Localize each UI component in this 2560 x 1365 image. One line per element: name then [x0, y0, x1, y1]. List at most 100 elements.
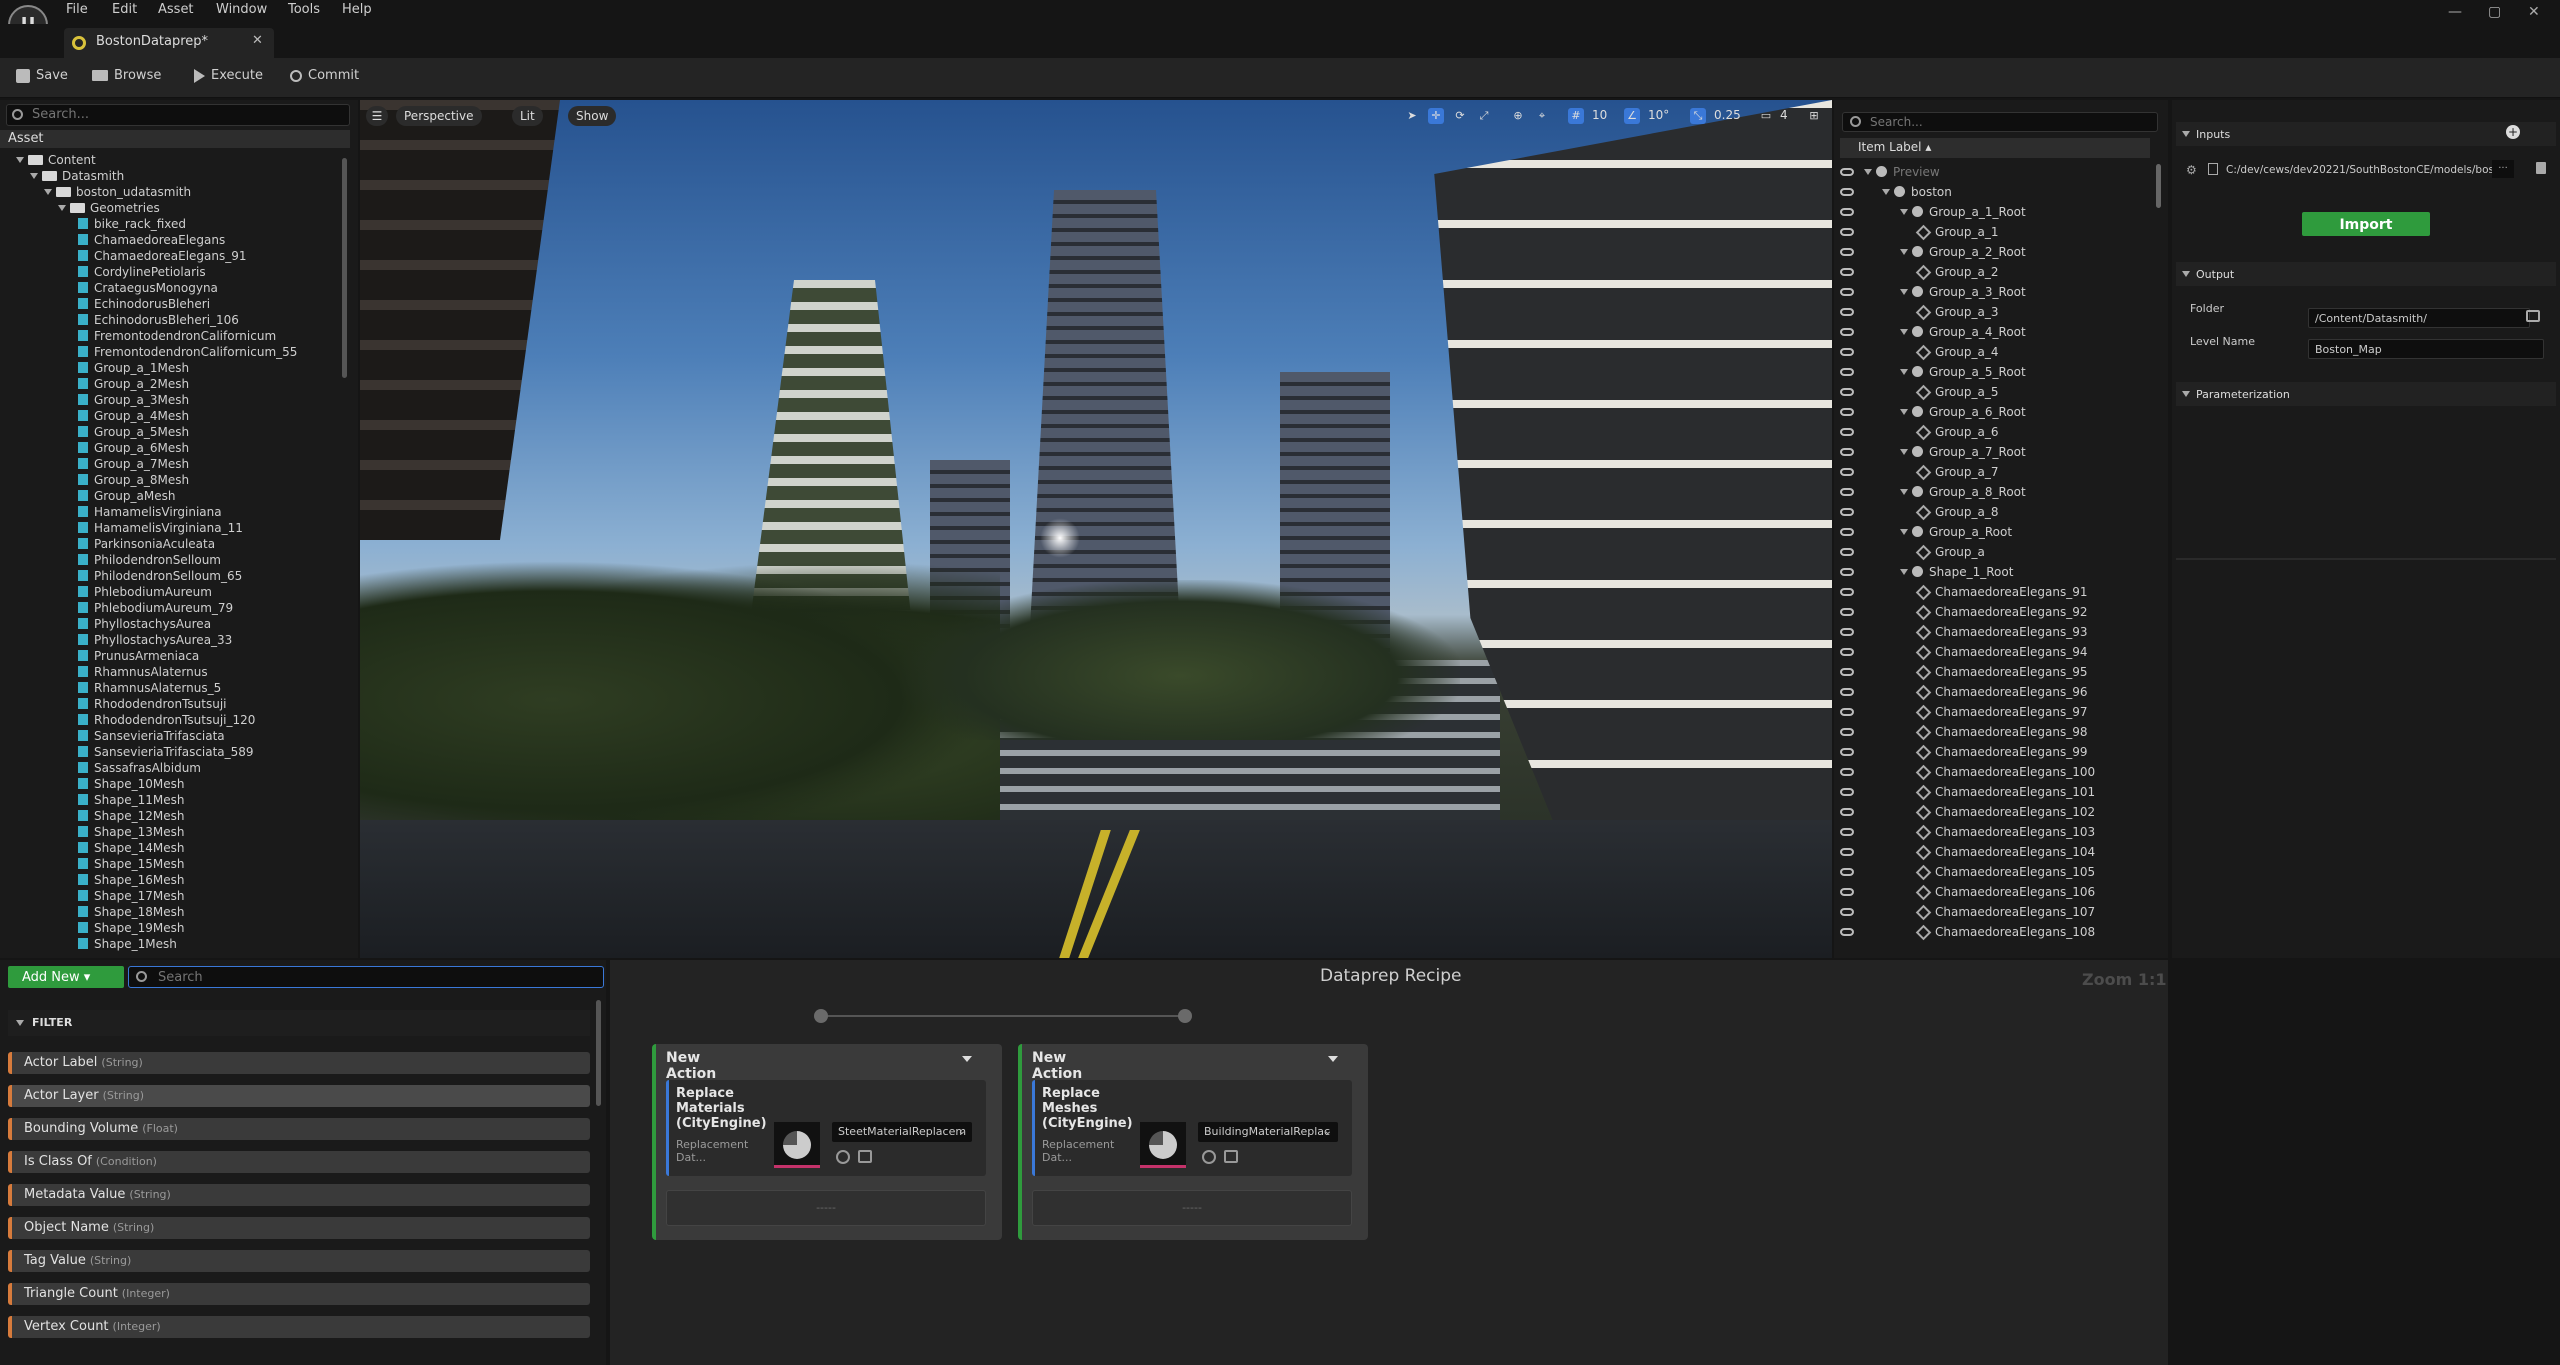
visibility-eye-icon[interactable]: [1840, 828, 1854, 836]
visibility-eye-icon[interactable]: [1840, 368, 1854, 376]
outliner-row[interactable]: ChamaedoreaElegans_96: [1915, 682, 2088, 702]
asset-list-item[interactable]: PhilodendronSelloum_65: [78, 568, 242, 584]
angle-snap-icon[interactable]: ∠: [1624, 108, 1640, 124]
filter-scrollbar[interactable]: [596, 1000, 601, 1106]
recipe-start-knob[interactable]: [814, 1009, 828, 1023]
visibility-eye-icon[interactable]: [1840, 868, 1854, 876]
asset-list-item[interactable]: RhamnusAlaternus: [78, 664, 208, 680]
asset-list-item[interactable]: Shape_14Mesh: [78, 840, 184, 856]
visibility-eye-icon[interactable]: [1840, 548, 1854, 556]
asset-list-item[interactable]: SassafrasAlbidum: [78, 760, 201, 776]
asset-list-item[interactable]: PhlebodiumAureum: [78, 584, 212, 600]
visibility-eye-icon[interactable]: [1840, 308, 1854, 316]
asset-list-item[interactable]: PhlebodiumAureum_79: [78, 600, 233, 616]
asset-list-item[interactable]: FremontodendronCalifornicum_55: [78, 344, 297, 360]
outliner-row[interactable]: ChamaedoreaElegans_98: [1915, 722, 2088, 742]
outliner-row[interactable]: ChamaedoreaElegans_95: [1915, 662, 2088, 682]
asset-list-item[interactable]: Group_aMesh: [78, 488, 175, 504]
outliner-row[interactable]: Group_a_6: [1915, 422, 1999, 442]
filter-item[interactable]: Actor Label (String): [8, 1052, 590, 1074]
minimize-button[interactable]: —: [2448, 4, 2462, 20]
asset-list-item[interactable]: Shape_19Mesh: [78, 920, 184, 936]
replacement-asset-combobox[interactable]: BuildingMaterialReplac ⌄: [1198, 1122, 1338, 1142]
visibility-eye-icon[interactable]: [1840, 168, 1854, 176]
outliner-row[interactable]: ChamaedoreaElegans_102: [1915, 802, 2095, 822]
asset-list-item[interactable]: Shape_18Mesh: [78, 904, 184, 920]
filter-item[interactable]: Vertex Count (Integer): [8, 1316, 590, 1338]
asset-column-header[interactable]: [0, 130, 350, 148]
expand-arrow-icon[interactable]: [30, 173, 38, 179]
folder-browse-icon[interactable]: [2526, 310, 2540, 322]
visibility-eye-icon[interactable]: [1840, 728, 1854, 736]
filter-item[interactable]: Object Name (String): [8, 1217, 590, 1239]
scale-snap-icon[interactable]: ⤡: [1690, 108, 1706, 124]
visibility-eye-icon[interactable]: [1840, 888, 1854, 896]
replacement-asset-combobox[interactable]: SteetMaterialReplacem ⌄: [832, 1122, 972, 1142]
outliner-row[interactable]: ChamaedoreaElegans_104: [1915, 842, 2095, 862]
viewport-show-button[interactable]: Show: [568, 106, 617, 126]
outliner-scrollbar[interactable]: [2156, 164, 2161, 208]
asset-list-item[interactable]: ParkinsoniaAculeata: [78, 536, 215, 552]
visibility-eye-icon[interactable]: [1840, 348, 1854, 356]
outliner-row[interactable]: ChamaedoreaElegans_106: [1915, 882, 2095, 902]
asset-list-item[interactable]: Shape_13Mesh: [78, 824, 184, 840]
outliner-row[interactable]: Group_a_3_Root: [1900, 282, 2026, 302]
surface-snap-icon[interactable]: ⌖: [1534, 108, 1550, 124]
outliner-row[interactable]: Group_a_4_Root: [1900, 322, 2026, 342]
outliner-row[interactable]: Group_a_8: [1915, 502, 1999, 522]
asset-list-item[interactable]: Shape_15Mesh: [78, 856, 184, 872]
asset-list-item[interactable]: RhododendronTsutsuji: [78, 696, 227, 712]
outliner-row[interactable]: Group_a_1_Root: [1900, 202, 2026, 222]
operation-drop-slot[interactable]: -----: [666, 1190, 986, 1226]
asset-list-item[interactable]: PhyllostachysAurea_33: [78, 632, 232, 648]
outliner-row[interactable]: Shape_1_Root: [1900, 562, 2013, 582]
outliner-row[interactable]: Group_a_1: [1915, 222, 1999, 242]
asset-list-item[interactable]: PhilodendronSelloum: [78, 552, 221, 568]
asset-list-item[interactable]: FremontodendronCalifornicum: [78, 328, 276, 344]
camera-speed-value[interactable]: 4: [1780, 108, 1788, 122]
visibility-eye-icon[interactable]: [1840, 328, 1854, 336]
outliner-row[interactable]: Group_a_Root: [1900, 522, 2012, 542]
asset-list-item[interactable]: SansevieriaTrifasciata_589: [78, 744, 254, 760]
asset-list-item[interactable]: CrataegusMonogyna: [78, 280, 218, 296]
asset-list-item[interactable]: EchinodorusBleheri: [78, 296, 210, 312]
visibility-eye-icon[interactable]: [1840, 448, 1854, 456]
visibility-eye-icon[interactable]: [1840, 808, 1854, 816]
filter-item[interactable]: Triangle Count (Integer): [8, 1283, 590, 1305]
operation-drop-slot[interactable]: -----: [1032, 1190, 1352, 1226]
outliner-row[interactable]: Group_a_2: [1915, 262, 1999, 282]
asset-list-item[interactable]: PhyllostachysAurea: [78, 616, 211, 632]
expand-arrow-icon[interactable]: [1900, 249, 1908, 255]
visibility-eye-icon[interactable]: [1840, 648, 1854, 656]
visibility-eye-icon[interactable]: [1840, 508, 1854, 516]
parameterization-section-header[interactable]: Parameterization: [2176, 382, 2556, 406]
angle-snap-value[interactable]: 10°: [1648, 108, 1669, 122]
asset-list-item[interactable]: Shape_11Mesh: [78, 792, 184, 808]
viewport-perspective-button[interactable]: Perspective: [396, 106, 482, 126]
asset-list-item[interactable]: ChamaedoreaElegans: [78, 232, 225, 248]
asset-list-item[interactable]: CordylinePetiolaris: [78, 264, 206, 280]
visibility-eye-icon[interactable]: [1840, 268, 1854, 276]
folder-input[interactable]: [2308, 308, 2530, 328]
asset-list-item[interactable]: Group_a_4Mesh: [78, 408, 189, 424]
visibility-eye-icon[interactable]: [1840, 208, 1854, 216]
asset-list-item[interactable]: PrunusArmeniaca: [78, 648, 199, 664]
gear-icon[interactable]: ⚙: [2186, 163, 2197, 177]
outliner-row[interactable]: ChamaedoreaElegans_101: [1915, 782, 2095, 802]
outliner-row[interactable]: Group_a_4: [1915, 342, 1999, 362]
filter-item[interactable]: Tag Value (String): [8, 1250, 590, 1272]
asset-list-item[interactable]: Shape_16Mesh: [78, 872, 184, 888]
outliner-row[interactable]: Preview: [1864, 162, 1940, 182]
visibility-eye-icon[interactable]: [1840, 428, 1854, 436]
grid-snap-value[interactable]: 10: [1592, 108, 1607, 122]
camera-speed-icon[interactable]: ▭: [1758, 108, 1774, 124]
expand-arrow-icon[interactable]: [58, 205, 66, 211]
menu-file[interactable]: File: [66, 2, 88, 17]
scale-snap-value[interactable]: 0.25: [1714, 108, 1741, 122]
visibility-eye-icon[interactable]: [1840, 188, 1854, 196]
outliner-row[interactable]: ChamaedoreaElegans_107: [1915, 902, 2095, 922]
visibility-eye-icon[interactable]: [1840, 848, 1854, 856]
outliner-row[interactable]: ChamaedoreaElegans_108: [1915, 922, 2095, 942]
asset-list-item[interactable]: bike_rack_fixed: [78, 216, 186, 232]
browse-asset-icon[interactable]: [1224, 1150, 1238, 1163]
